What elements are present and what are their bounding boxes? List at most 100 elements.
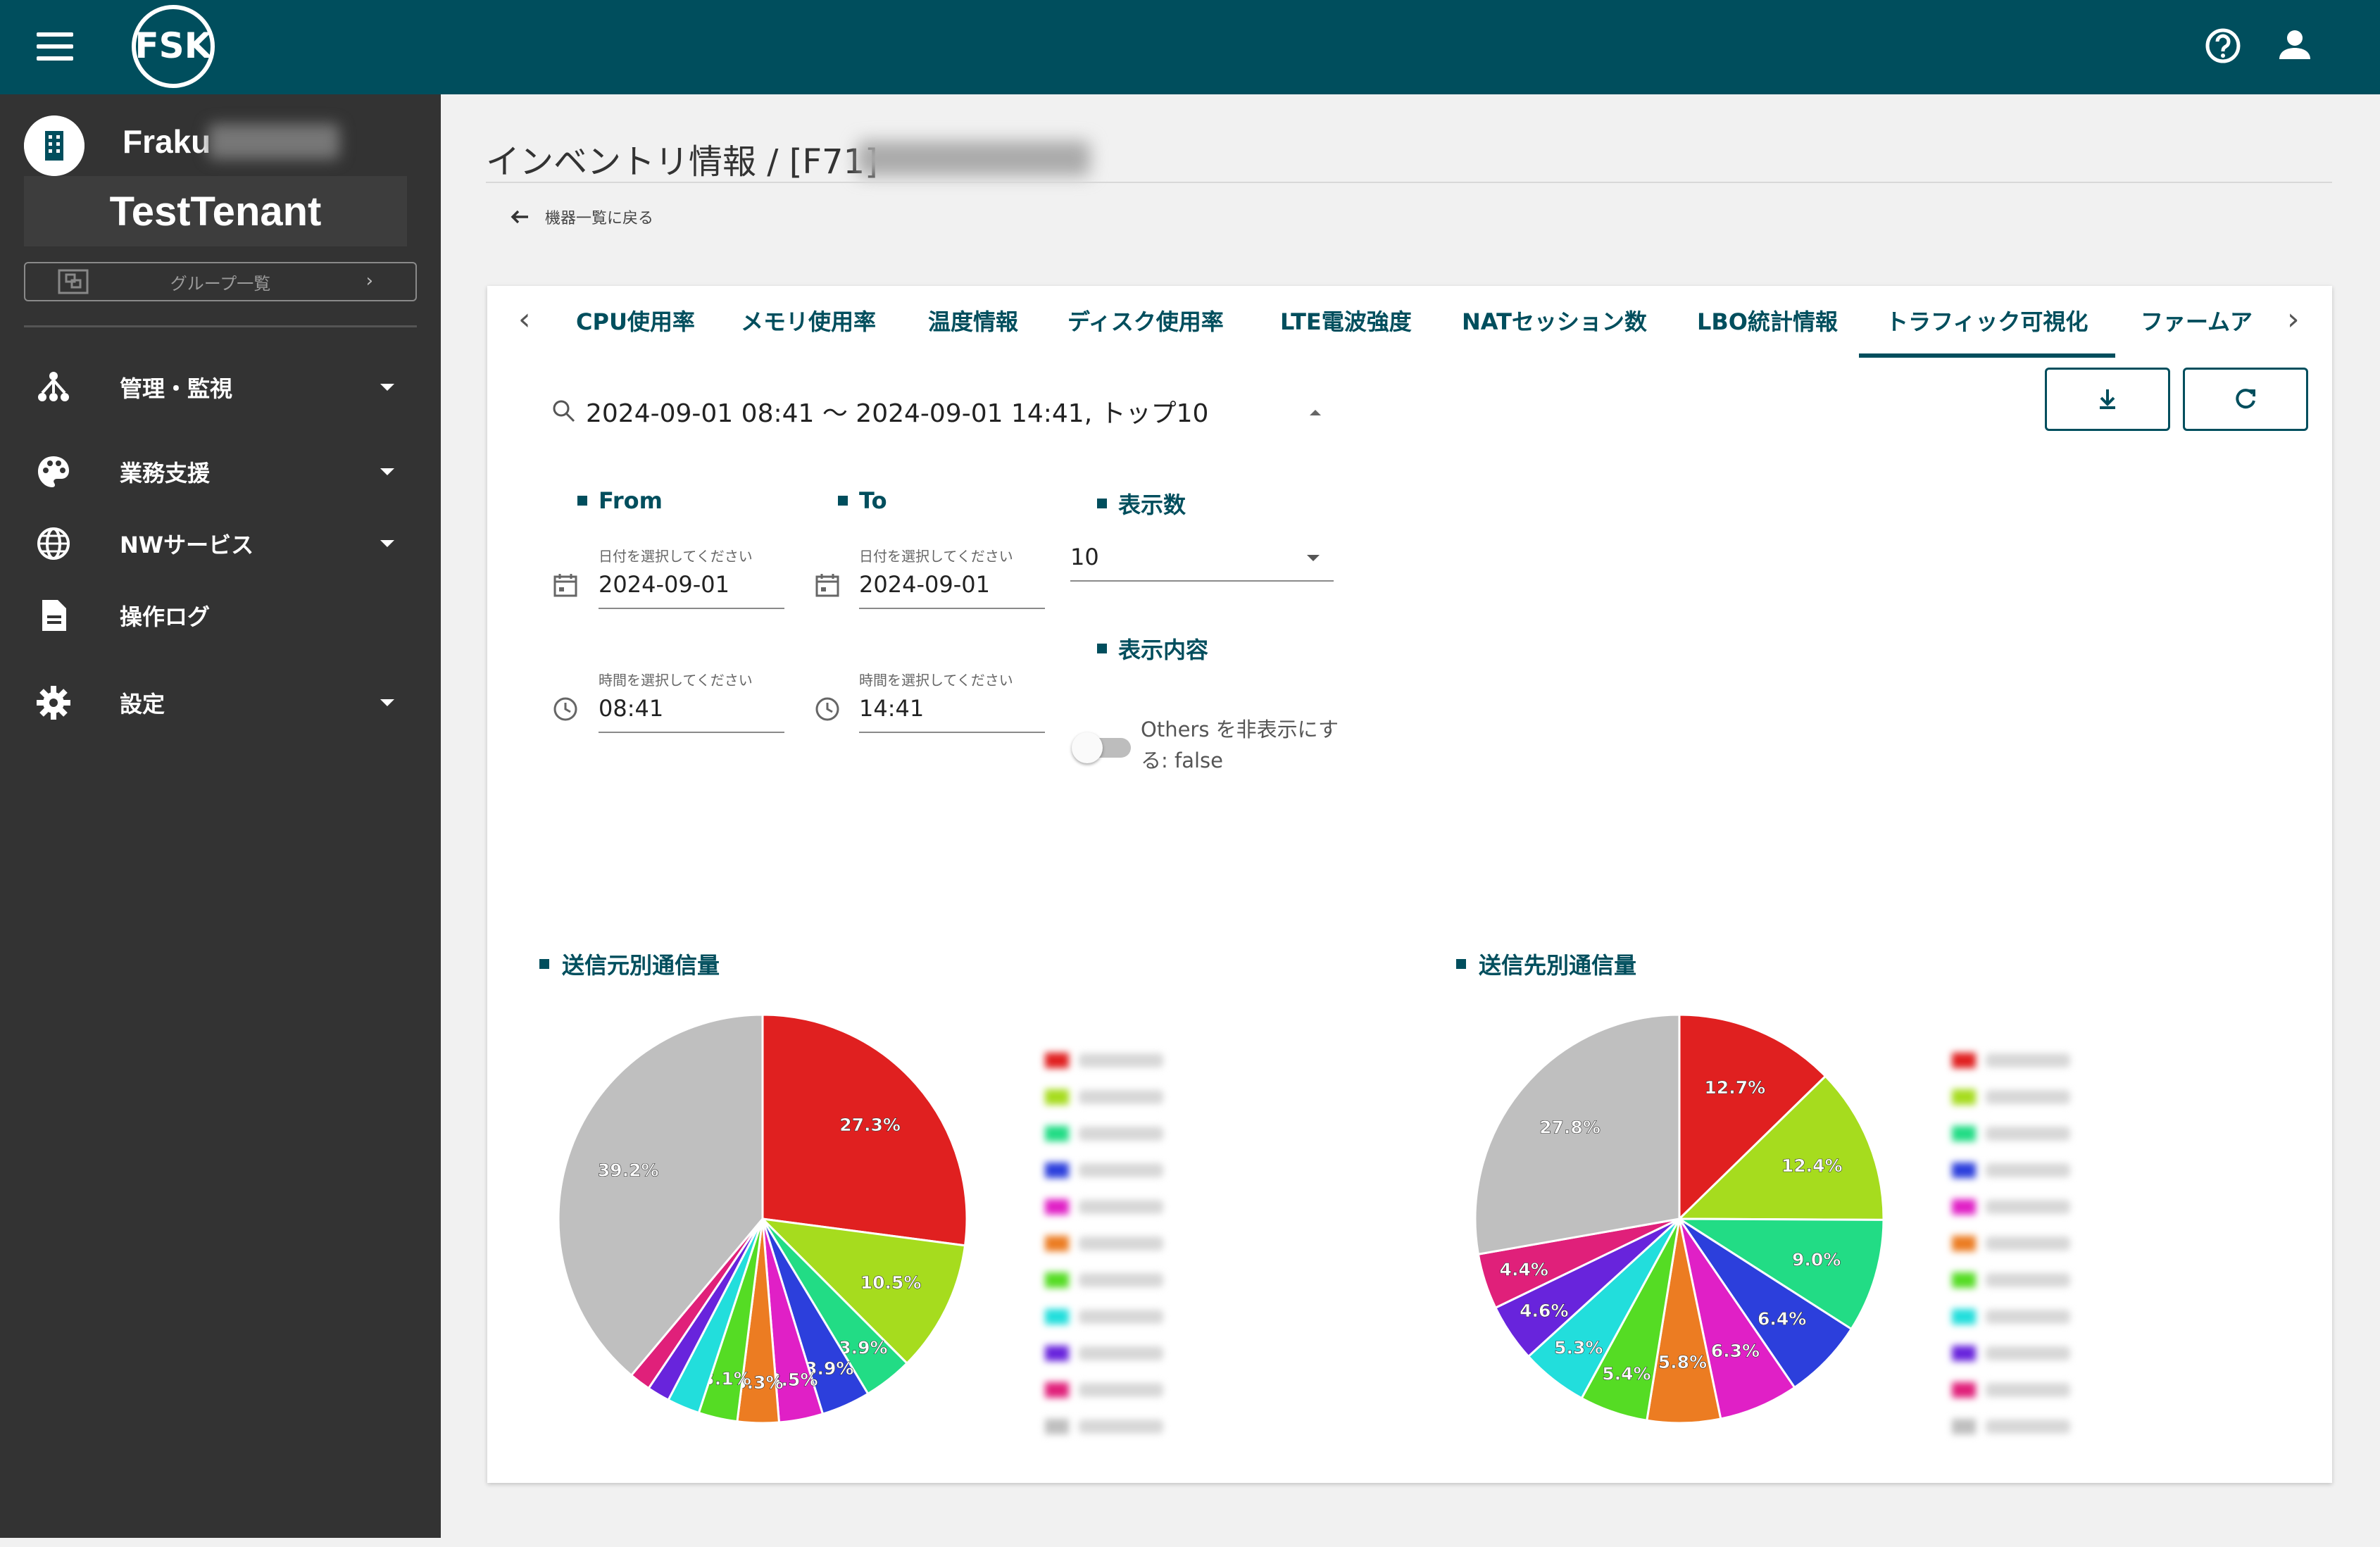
destination-legend-item[interactable] — [1952, 1408, 2070, 1445]
from-time-input[interactable]: 08:41 — [599, 695, 784, 733]
to-date-field[interactable]: 日付を選択してください 2024-09-01 — [859, 545, 1045, 609]
from-date-field[interactable]: 日付を選択してください 2024-09-01 — [599, 545, 784, 609]
destination-legend-item[interactable] — [1952, 1042, 2070, 1079]
destination-slice-label-10: 27.8% — [1539, 1117, 1601, 1137]
tab-nat[interactable]: NATセッション数 — [1462, 304, 1647, 337]
tab-firmware[interactable]: ファームア — [2141, 304, 2253, 337]
source-legend-item[interactable] — [1045, 1189, 1163, 1225]
tab-temperature[interactable]: 温度情報 — [928, 304, 1018, 337]
source-legend-item[interactable] — [1045, 1335, 1163, 1372]
sidebar-item-business-support[interactable]: 業務支援 — [0, 444, 441, 500]
destination-traffic-pie-chart: 12.7% 12.4% 9.0% 6.4% 6.3%5.8% 5.4% 5.3% 4.6% 4.… — [1474, 1013, 1885, 1424]
source-legend-item[interactable] — [1045, 1225, 1163, 1262]
source-legend-item[interactable] — [1045, 1079, 1163, 1115]
sidebar-item-label: 業務支援 — [120, 460, 211, 487]
sidebar-item-nw-service[interactable]: NWサービス — [0, 515, 441, 572]
count-select[interactable]: 10 — [1070, 544, 1334, 582]
destination-legend-item[interactable] — [1952, 1262, 2070, 1298]
filter-summary[interactable]: 2024-09-01 08:41 〜 2024-09-01 14:41, トップ… — [551, 393, 1208, 430]
source-chart-title: 送信元別通信量 — [539, 948, 720, 980]
tab-disk[interactable]: ディスク使用率 — [1067, 304, 1224, 337]
from-date-input[interactable]: 2024-09-01 — [599, 571, 784, 609]
destination-legend-item[interactable] — [1952, 1225, 2070, 1262]
legend-swatch — [1045, 1163, 1069, 1178]
legend-swatch — [1045, 1089, 1069, 1105]
calendar-icon[interactable] — [813, 570, 842, 600]
caret-down-icon — [380, 699, 394, 706]
caret-down-icon — [1307, 555, 1320, 561]
company-logo[interactable]: FSK — [130, 3, 217, 90]
legend-swatch — [1952, 1419, 1976, 1434]
hide-others-toggle[interactable] — [1072, 727, 1131, 768]
clock-icon[interactable] — [551, 694, 580, 724]
source-legend-item[interactable] — [1045, 1372, 1163, 1408]
source-legend-item[interactable] — [1045, 1042, 1163, 1079]
source-legend-item[interactable] — [1045, 1298, 1163, 1335]
page-title: インベントリ情報 / [F71] — [486, 142, 878, 182]
source-slice-label-0: 27.3% — [839, 1115, 901, 1135]
sidebar-item-operation-log[interactable]: 操作ログ — [0, 587, 441, 644]
redacted-text — [208, 124, 339, 159]
from-date-hint: 日付を選択してください — [599, 548, 753, 565]
legend-swatch — [1952, 1382, 1976, 1398]
destination-legend-item[interactable] — [1952, 1298, 2070, 1335]
account-icon[interactable] — [2273, 24, 2317, 68]
sidebar-item-settings[interactable]: 設定 — [0, 675, 441, 731]
legend-text-redacted — [1079, 1383, 1163, 1397]
legend-swatch — [1952, 1309, 1976, 1324]
legend-text-redacted — [1079, 1310, 1163, 1324]
destination-legend-item[interactable] — [1952, 1189, 2070, 1225]
calendar-icon[interactable] — [551, 570, 580, 600]
tab-lbo[interactable]: LBO統計情報 — [1697, 304, 1838, 337]
refresh-button[interactable] — [2183, 368, 2308, 431]
source-legend-item[interactable] — [1045, 1152, 1163, 1189]
clock-icon[interactable] — [813, 694, 842, 724]
source-legend-item[interactable] — [1045, 1262, 1163, 1298]
tab-lte[interactable]: LTE電波強度 — [1280, 304, 1412, 337]
destination-chart-legend — [1952, 1042, 2070, 1445]
destination-legend-item[interactable] — [1952, 1372, 2070, 1408]
destination-legend-item[interactable] — [1952, 1335, 2070, 1372]
legend-text-redacted — [1986, 1236, 2070, 1251]
to-time-input[interactable]: 14:41 — [859, 695, 1045, 733]
legend-swatch — [1952, 1163, 1976, 1178]
destination-legend-item[interactable] — [1952, 1079, 2070, 1115]
back-link[interactable]: 機器一覧に戻る — [507, 204, 653, 230]
svg-text:FSK: FSK — [135, 25, 213, 66]
legend-swatch — [1045, 1419, 1069, 1434]
legend-text-redacted — [1986, 1420, 2070, 1434]
tab-traffic[interactable]: トラフィック可視化 — [1886, 304, 2088, 337]
to-label: To — [838, 487, 887, 514]
destination-legend-item[interactable] — [1952, 1152, 2070, 1189]
legend-swatch — [1045, 1126, 1069, 1141]
arrow-left-icon — [511, 210, 528, 224]
legend-swatch — [1045, 1199, 1069, 1215]
download-button[interactable] — [2045, 368, 2170, 431]
to-date-input[interactable]: 2024-09-01 — [859, 571, 1045, 609]
tab-memory[interactable]: メモリ使用率 — [741, 304, 876, 337]
destination-legend-item[interactable] — [1952, 1115, 2070, 1152]
sidebar-item-label: 設定 — [120, 691, 165, 718]
menu-icon[interactable] — [37, 32, 73, 61]
destination-slice-label-5: 5.8% — [1658, 1352, 1707, 1372]
sidebar-item-management[interactable]: 管理・監視 — [0, 359, 441, 415]
source-legend-item[interactable] — [1045, 1115, 1163, 1152]
legend-swatch — [1952, 1089, 1976, 1105]
from-time-field[interactable]: 時間を選択してください 08:41 — [599, 669, 784, 733]
caret-down-icon — [380, 468, 394, 475]
source-legend-item[interactable] — [1045, 1408, 1163, 1445]
legend-text-redacted — [1986, 1053, 2070, 1067]
search-icon — [553, 400, 575, 422]
to-time-field[interactable]: 時間を選択してください 14:41 — [859, 669, 1045, 733]
help-icon[interactable] — [2201, 24, 2245, 68]
legend-text-redacted — [1079, 1127, 1163, 1141]
group-list-button[interactable]: グループ一覧 › — [24, 262, 417, 301]
tab-scroll-left-icon[interactable]: ‹ — [518, 301, 531, 337]
tab-cpu[interactable]: CPU使用率 — [576, 304, 695, 337]
palette-icon — [38, 456, 69, 487]
collapse-caret-icon[interactable] — [1310, 410, 1321, 415]
active-tab-indicator — [1859, 353, 2115, 358]
legend-swatch — [1952, 1199, 1976, 1215]
sidebar-item-label: 管理・監視 — [120, 375, 233, 402]
tab-scroll-right-icon[interactable]: › — [2287, 301, 2300, 337]
